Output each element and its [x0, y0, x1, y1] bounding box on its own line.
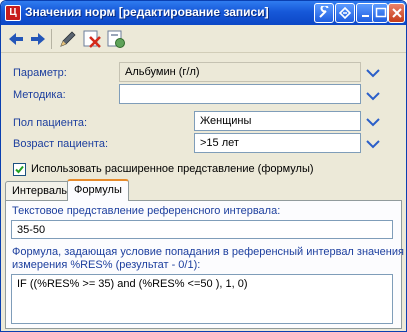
maximize-icon: [375, 7, 387, 18]
window-title: Значения норм [редактирование записи]: [25, 5, 269, 19]
title-bar[interactable]: Ц Значения норм [редактирование записи]: [1, 1, 406, 25]
formula-label-line1: Формула, задающая условие попадания в ре…: [12, 246, 404, 258]
delete-button[interactable]: [81, 28, 103, 50]
clear-button[interactable]: [105, 28, 127, 50]
arrow-right-icon: [31, 33, 45, 45]
tab-formulas[interactable]: Формулы: [67, 179, 129, 201]
help-button[interactable]: [335, 3, 355, 23]
tab-intervals[interactable]: Интервалы: [5, 181, 77, 201]
edit-button[interactable]: [57, 28, 79, 50]
clear-icon: [107, 30, 125, 48]
close-button[interactable]: [388, 3, 405, 23]
sex-field[interactable]: Женщины: [194, 111, 361, 131]
minimize-icon: [362, 15, 369, 17]
toolbar-separator: [51, 29, 52, 49]
app-icon: Ц: [5, 5, 21, 21]
method-label: Методика:: [13, 89, 66, 101]
extended-mode-label: Использовать расширенное представление (…: [31, 163, 314, 175]
arrow-left-icon: [9, 33, 23, 45]
back-button[interactable]: [5, 28, 27, 50]
formulas-tab-panel: Текстовое представление референсного инт…: [5, 200, 404, 329]
chevron-down-icon[interactable]: [365, 116, 381, 128]
app-window: Ц Значения норм [редактирование записи]: [0, 0, 407, 332]
checkmark-icon: [15, 165, 24, 174]
record-form: Параметр: Альбумин (г/л) Методика: Пол п…: [1, 54, 406, 331]
age-field[interactable]: >15 лет: [194, 133, 361, 153]
formula-label-line2: измерения %RES% (результат - 0/1):: [12, 259, 201, 271]
extended-mode-checkbox[interactable]: [13, 163, 26, 176]
parameter-label: Параметр:: [13, 67, 67, 79]
pen-icon: [60, 31, 76, 47]
interval-text-field[interactable]: 35-50: [11, 220, 393, 239]
chevron-down-icon[interactable]: [365, 67, 381, 79]
delete-icon: [83, 30, 101, 48]
tools-button[interactable]: [314, 3, 334, 23]
parameter-field[interactable]: Альбумин (г/л): [119, 62, 361, 82]
method-field[interactable]: [119, 84, 361, 104]
formula-textarea[interactable]: IF ((%RES% >= 35) and (%RES% <=50 ), 1, …: [11, 274, 393, 324]
toolbar: [1, 25, 406, 53]
help-icon: [338, 6, 352, 20]
close-icon: [392, 8, 402, 18]
forward-button[interactable]: [27, 28, 49, 50]
interval-text-label: Текстовое представление референсного инт…: [12, 205, 281, 217]
chevron-down-icon[interactable]: [365, 138, 381, 150]
age-label: Возраст пациента:: [13, 138, 109, 150]
sex-label: Пол пациента:: [13, 117, 88, 129]
maximize-button[interactable]: [372, 3, 388, 23]
chevron-down-icon[interactable]: [365, 90, 381, 102]
tools-icon: [319, 6, 329, 18]
